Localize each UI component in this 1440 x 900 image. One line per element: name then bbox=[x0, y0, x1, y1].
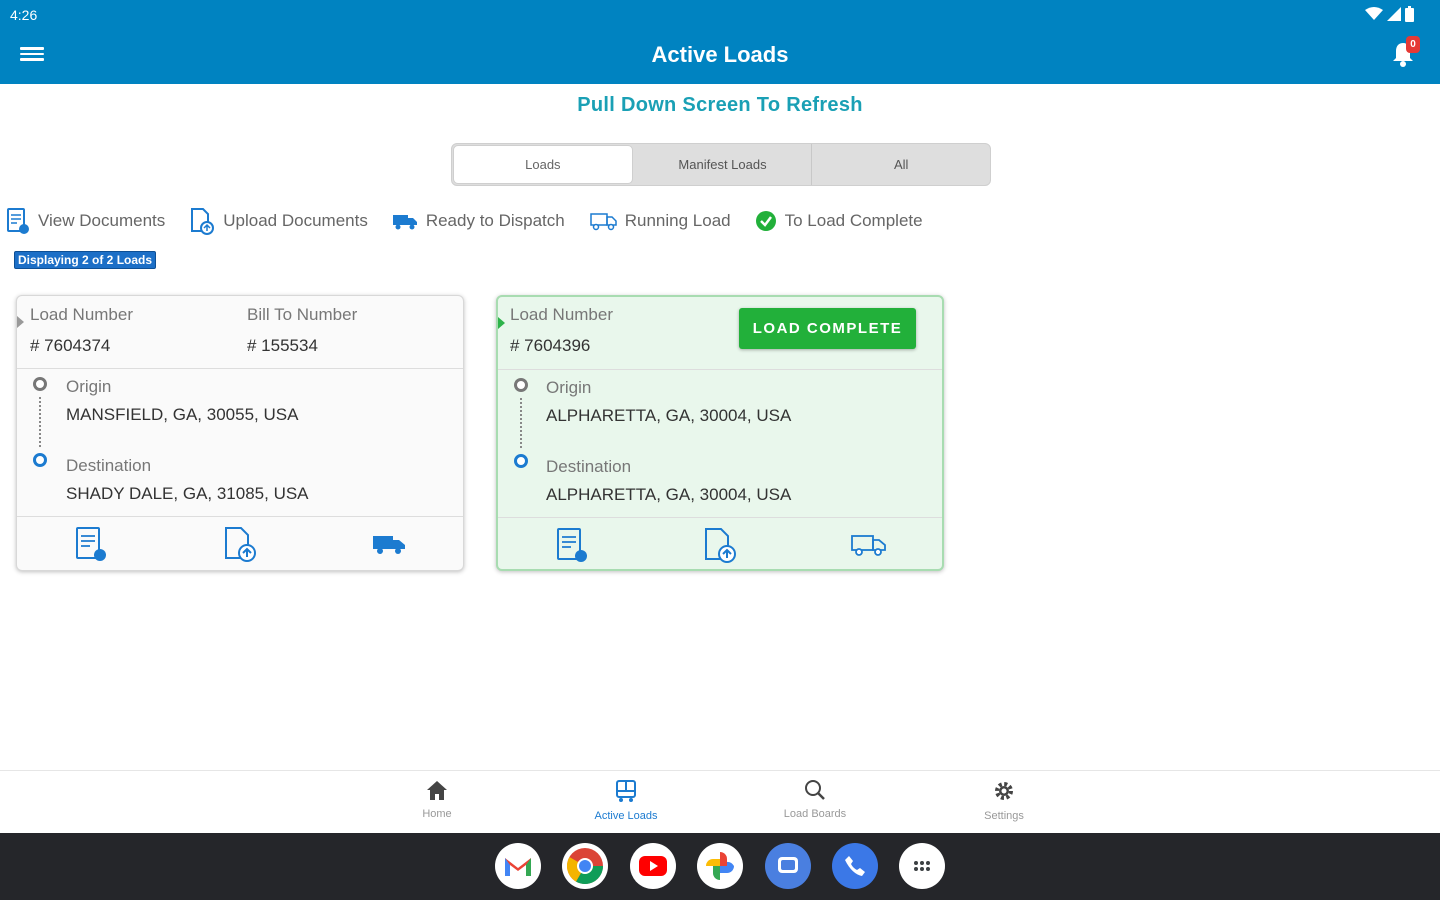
nav-label: Settings bbox=[984, 810, 1024, 822]
load-card[interactable]: Load Number # 7604396 LOAD COMPLETE Orig… bbox=[496, 295, 944, 571]
view-documents-icon bbox=[7, 208, 29, 234]
legend-ready-to-dispatch: Ready to Dispatch bbox=[392, 211, 565, 231]
bottom-navigation: Home Active Loads Load Boards Settings bbox=[0, 770, 1440, 833]
app-bar: 4:26 Active Loads 0 bbox=[0, 0, 1440, 84]
card-actions bbox=[498, 518, 942, 569]
pull-to-refresh-hint: Pull Down Screen To Refresh bbox=[577, 94, 863, 116]
view-documents-icon bbox=[76, 527, 107, 561]
destination-value: SHADY DALE, GA, 31085, USA bbox=[66, 484, 309, 503]
origin-marker-icon bbox=[514, 378, 528, 392]
nav-label: Home bbox=[422, 808, 452, 820]
app-root: 4:26 Active Loads 0 Pull Down Screen To … bbox=[0, 0, 1440, 900]
load-complete-button[interactable]: LOAD COMPLETE bbox=[739, 308, 916, 349]
legend-label: Ready to Dispatch bbox=[425, 211, 565, 230]
page-title: Active Loads bbox=[651, 42, 789, 67]
gear-icon bbox=[995, 782, 1013, 800]
load-number: # 7604374 bbox=[30, 336, 111, 355]
system-dock bbox=[0, 833, 1440, 900]
bill-to-label: Bill To Number bbox=[247, 305, 358, 324]
load-number-label: Load Number bbox=[510, 305, 614, 324]
nav-load-boards[interactable]: Load Boards bbox=[755, 779, 875, 820]
expand-arrow-icon bbox=[17, 316, 24, 328]
card-route: Origin ALPHARETTA, GA, 30004, USA Destin… bbox=[498, 370, 942, 518]
app-drawer-icon[interactable] bbox=[899, 843, 945, 889]
nav-label: Load Boards bbox=[783, 808, 847, 820]
tab-manifest-loads[interactable]: Manifest Loads bbox=[634, 144, 813, 185]
nav-settings[interactable]: Settings bbox=[944, 779, 1064, 822]
route-line bbox=[520, 398, 522, 448]
active-loads-icon bbox=[616, 780, 636, 802]
destination-label: Destination bbox=[546, 457, 632, 476]
running-load-button[interactable] bbox=[794, 518, 942, 569]
gmail-icon[interactable] bbox=[495, 843, 541, 889]
bill-to-number: # 155534 bbox=[247, 336, 318, 355]
upload-documents-icon bbox=[225, 527, 256, 562]
view-documents-button[interactable] bbox=[17, 517, 166, 570]
destination-marker-icon bbox=[514, 454, 528, 468]
load-card[interactable]: Load Number # 7604374 Bill To Number # 1… bbox=[16, 295, 464, 571]
load-number: # 7604396 bbox=[510, 336, 591, 355]
youtube-icon[interactable] bbox=[630, 843, 676, 889]
chrome-icon[interactable] bbox=[562, 843, 608, 889]
upload-documents-icon bbox=[191, 208, 215, 235]
icon-legend: View Documents Upload Documents Ready to… bbox=[6, 206, 947, 236]
route-line bbox=[39, 397, 41, 447]
card-route: Origin MANSFIELD, GA, 30055, USA Destina… bbox=[17, 369, 463, 517]
origin-value: MANSFIELD, GA, 30055, USA bbox=[66, 405, 299, 424]
origin-marker-icon bbox=[33, 377, 47, 391]
search-icon bbox=[805, 780, 825, 800]
origin-value: ALPHARETTA, GA, 30004, USA bbox=[546, 406, 792, 425]
destination-label: Destination bbox=[66, 456, 152, 475]
load-number-label: Load Number bbox=[30, 305, 134, 324]
legend-view-documents: View Documents bbox=[6, 207, 165, 235]
loads-count-badge: Displaying 2 of 2 Loads bbox=[14, 251, 157, 269]
wifi-icon bbox=[1365, 7, 1383, 20]
view-documents-button[interactable] bbox=[498, 518, 646, 569]
destination-value: ALPHARETTA, GA, 30004, USA bbox=[546, 485, 792, 504]
view-documents-icon bbox=[557, 528, 587, 562]
origin-label: Origin bbox=[546, 378, 592, 397]
card-header: Load Number # 7604374 Bill To Number # 1… bbox=[17, 296, 463, 369]
destination-marker-icon bbox=[33, 453, 47, 467]
legend-label: To Load Complete bbox=[784, 211, 923, 230]
truck-icon bbox=[392, 215, 417, 230]
running-truck-icon bbox=[851, 535, 886, 556]
nav-active-loads[interactable]: Active Loads bbox=[566, 779, 686, 822]
legend-label: Upload Documents bbox=[223, 211, 368, 230]
card-actions bbox=[17, 517, 463, 570]
nav-home[interactable]: Home bbox=[377, 779, 497, 820]
battery-icon bbox=[1405, 6, 1414, 22]
nav-label: Active Loads bbox=[594, 810, 658, 822]
expand-arrow-icon bbox=[498, 317, 505, 329]
legend-upload-documents: Upload Documents bbox=[189, 207, 368, 235]
notification-bell-icon[interactable]: 0 bbox=[1390, 36, 1420, 68]
upload-documents-icon bbox=[705, 528, 736, 563]
notification-badge: 0 bbox=[1406, 36, 1420, 53]
load-type-tabs: Loads Manifest Loads All bbox=[451, 143, 991, 186]
legend-to-load-complete: To Load Complete bbox=[755, 210, 923, 232]
origin-label: Origin bbox=[66, 377, 112, 396]
tab-loads[interactable]: Loads bbox=[453, 145, 633, 184]
home-icon bbox=[427, 781, 447, 800]
status-icons bbox=[1365, 6, 1414, 22]
signal-icon bbox=[1387, 7, 1401, 21]
legend-running-load: Running Load bbox=[589, 211, 731, 231]
tab-all[interactable]: All bbox=[812, 144, 990, 185]
photos-icon[interactable] bbox=[697, 843, 743, 889]
legend-label: Running Load bbox=[624, 211, 731, 230]
messages-icon[interactable] bbox=[765, 843, 811, 889]
status-time: 4:26 bbox=[10, 7, 38, 23]
upload-documents-button[interactable] bbox=[166, 517, 315, 570]
legend-label: View Documents bbox=[38, 211, 166, 230]
truck-icon bbox=[372, 536, 405, 554]
phone-icon[interactable] bbox=[832, 843, 878, 889]
dispatch-button[interactable] bbox=[314, 517, 463, 570]
check-circle-icon bbox=[755, 211, 776, 231]
card-header: Load Number # 7604396 LOAD COMPLETE bbox=[498, 297, 942, 370]
upload-documents-button[interactable] bbox=[646, 518, 794, 569]
running-truck-icon bbox=[589, 213, 617, 231]
